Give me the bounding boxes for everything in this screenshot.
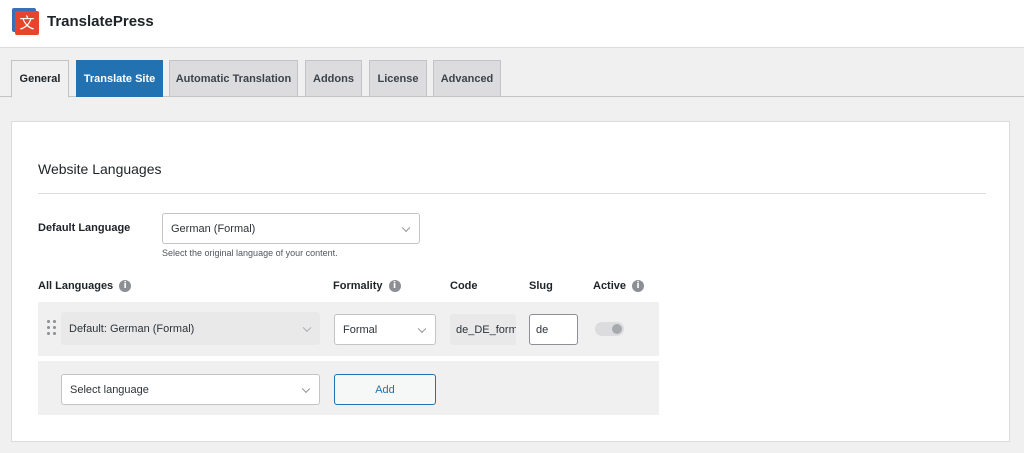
column-all-languages-label: All Languages bbox=[38, 280, 114, 292]
column-formality-label: Formality bbox=[333, 280, 383, 292]
tab-automatic-translation[interactable]: Automatic Translation bbox=[169, 60, 298, 97]
settings-card: Website Languages Default Language Germa… bbox=[11, 121, 1010, 442]
top-bar: 文 TranslatePress bbox=[0, 0, 1024, 48]
brand-name: TranslatePress bbox=[47, 13, 154, 30]
tab-addons[interactable]: Addons bbox=[305, 60, 362, 97]
chevron-down-icon bbox=[302, 323, 312, 332]
info-icon[interactable]: i bbox=[632, 280, 645, 292]
translatepress-logo-icon: 文 bbox=[12, 8, 40, 36]
divider bbox=[38, 193, 986, 194]
formality-select[interactable]: Formal bbox=[334, 314, 436, 345]
info-icon[interactable]: i bbox=[388, 280, 401, 292]
add-language-button[interactable]: Add bbox=[334, 374, 436, 405]
info-icon[interactable]: i bbox=[119, 280, 132, 292]
column-formality: Formality i bbox=[333, 280, 401, 292]
toggle-knob bbox=[612, 324, 622, 334]
new-language-placeholder: Select language bbox=[70, 383, 149, 396]
active-toggle bbox=[595, 322, 624, 336]
chevron-down-icon bbox=[301, 384, 311, 393]
default-language-value: German (Formal) bbox=[171, 222, 256, 235]
column-slug: Slug bbox=[529, 280, 553, 292]
default-language-label: Default Language bbox=[38, 222, 131, 234]
column-slug-label: Slug bbox=[529, 280, 553, 292]
tab-advanced[interactable]: Advanced bbox=[433, 60, 501, 97]
default-language-select[interactable]: German (Formal) bbox=[162, 213, 420, 244]
chevron-down-icon bbox=[401, 223, 411, 232]
logo-front-square: 文 bbox=[15, 11, 39, 35]
add-language-row: Select language Add bbox=[38, 361, 659, 415]
slug-input[interactable] bbox=[529, 314, 578, 345]
language-name: Default: German (Formal) bbox=[69, 322, 195, 335]
tab-translate-site[interactable]: Translate Site bbox=[76, 60, 163, 97]
column-active: Active i bbox=[593, 280, 645, 292]
language-code: de_DE_formal bbox=[450, 314, 516, 345]
tab-general[interactable]: General bbox=[11, 60, 69, 98]
new-language-select[interactable]: Select language bbox=[61, 374, 320, 405]
column-active-label: Active bbox=[593, 280, 627, 292]
default-language-helper: Select the original language of your con… bbox=[162, 248, 338, 258]
column-code: Code bbox=[450, 280, 478, 292]
settings-tabs: General Translate Site Automatic Transla… bbox=[0, 60, 1024, 98]
language-row: Default: German (Formal) Formal de_DE_fo… bbox=[38, 302, 659, 356]
tab-license[interactable]: License bbox=[369, 60, 427, 97]
column-code-label: Code bbox=[450, 280, 478, 292]
language-select-disabled: Default: German (Formal) bbox=[61, 312, 320, 345]
column-all-languages: All Languages i bbox=[38, 280, 132, 292]
chevron-down-icon bbox=[417, 324, 427, 333]
section-title: Website Languages bbox=[38, 161, 162, 177]
drag-handle-icon[interactable] bbox=[47, 320, 56, 336]
formality-value: Formal bbox=[343, 323, 378, 336]
